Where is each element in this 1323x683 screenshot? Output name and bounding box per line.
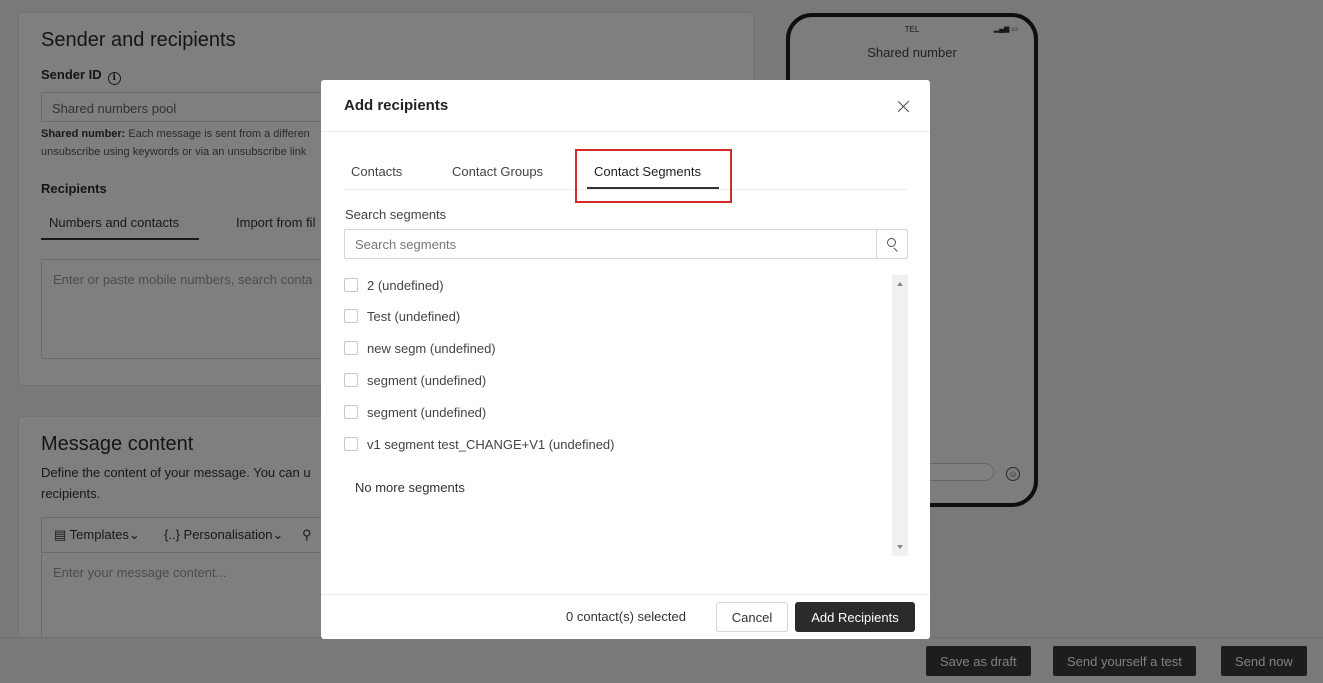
segment-checkbox[interactable]: [344, 373, 358, 387]
search-segments-field: [344, 229, 908, 259]
modal-header: Add recipients: [321, 80, 930, 132]
search-button[interactable]: [876, 230, 907, 258]
list-item[interactable]: 2 (undefined): [344, 275, 444, 295]
segment-label: new segm (undefined): [367, 340, 496, 356]
list-item[interactable]: v1 segment test_CHANGE+V1 (undefined): [344, 434, 615, 454]
scroll-down-icon[interactable]: [897, 545, 903, 549]
list-item[interactable]: new segm (undefined): [344, 338, 496, 358]
segment-checkbox[interactable]: [344, 278, 358, 292]
tab-contact-groups[interactable]: Contact Groups: [452, 164, 543, 179]
segment-label: segment (undefined): [367, 372, 487, 388]
add-recipients-modal: Add recipients Contacts Contact Groups C…: [321, 80, 930, 639]
segment-label: Test (undefined): [367, 308, 461, 324]
segments-list[interactable]: 2 (undefined) Test (undefined) new segm …: [344, 275, 908, 556]
list-item[interactable]: segment (undefined): [344, 370, 486, 390]
segment-checkbox[interactable]: [344, 309, 358, 323]
cancel-button[interactable]: Cancel: [716, 602, 788, 632]
search-segments-label: Search segments: [345, 207, 447, 222]
search-segments-input[interactable]: [345, 230, 877, 258]
tab-highlight-box: [575, 149, 732, 203]
segment-label: 2 (undefined): [367, 277, 444, 293]
selected-count: 0 contact(s) selected: [566, 609, 686, 624]
close-icon[interactable]: [894, 96, 914, 116]
segment-label: v1 segment test_CHANGE+V1 (undefined): [367, 436, 615, 452]
modal-footer: 0 contact(s) selected Cancel Add Recipie…: [321, 594, 930, 639]
tab-contacts[interactable]: Contacts: [351, 164, 402, 179]
segment-label: segment (undefined): [367, 404, 487, 420]
list-item[interactable]: Test (undefined): [344, 306, 460, 326]
segment-checkbox[interactable]: [344, 341, 358, 355]
scroll-up-icon[interactable]: [897, 282, 903, 286]
modal-title: Add recipients: [344, 97, 449, 114]
search-icon: [887, 238, 896, 247]
segment-checkbox[interactable]: [344, 405, 358, 419]
list-scrollbar[interactable]: [892, 275, 908, 556]
add-recipients-button[interactable]: Add Recipients: [795, 602, 915, 632]
segment-checkbox[interactable]: [344, 437, 358, 451]
list-item[interactable]: segment (undefined): [344, 402, 486, 422]
no-more-segments-text: No more segments: [355, 480, 465, 495]
